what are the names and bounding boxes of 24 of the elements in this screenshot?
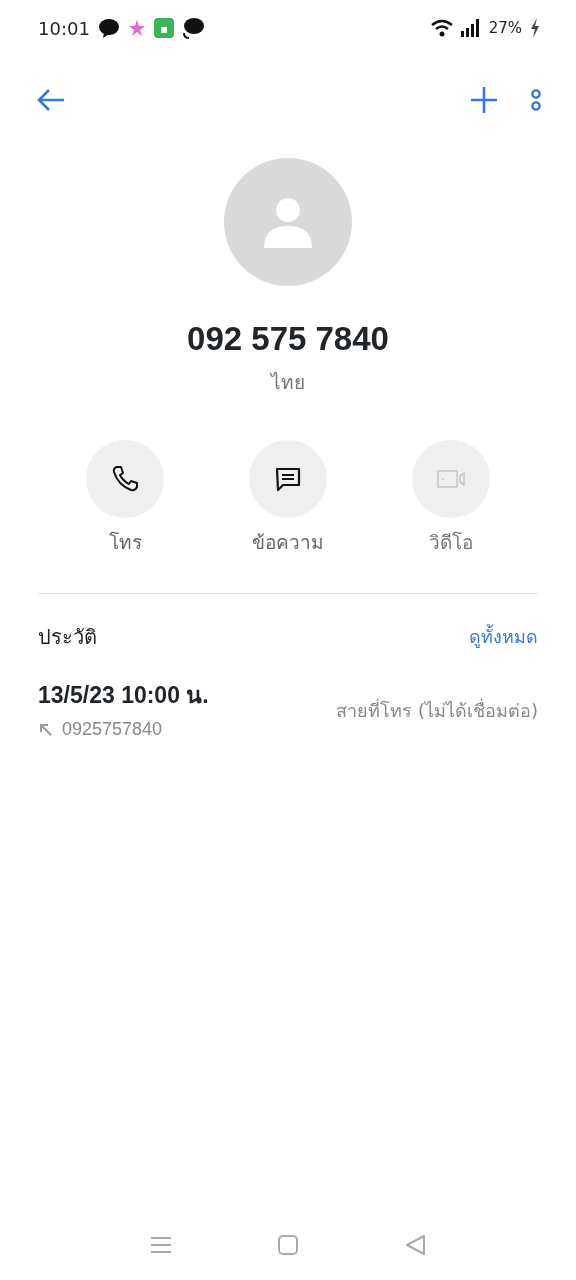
battery-level: 27% [488,17,522,39]
star-icon [127,19,146,37]
home-icon[interactable] [277,1234,299,1256]
plus-icon [470,86,498,114]
action-label: วิดีโอ [429,530,473,555]
chat-bubble-icon [97,18,120,38]
see-all-link[interactable]: ดูทั้งหมด [469,623,538,650]
back-arrow-icon [36,88,66,112]
call-status: สายที่โทร (ไม่ได้เชื่อมต่อ) [336,697,538,723]
call-number: 0925757840 [62,718,163,741]
call-datetime: 13/5/23 10:00 น. [38,680,209,710]
signal-icon [460,19,481,37]
status-time: 10:01 [38,16,90,41]
action-label: ข้อความ [252,530,324,555]
wifi-icon [430,19,453,37]
chat-bubble-icon [181,17,204,39]
menu-icon[interactable] [150,1236,172,1254]
more-icon [530,88,542,112]
back-icon[interactable] [404,1234,426,1256]
phone-number: 092 575 7840 [186,319,390,359]
action-label: โทร [108,530,142,555]
country-label: ไทย [269,369,306,395]
shopping-bag-icon [153,18,174,38]
section-title: ประวัติ [38,623,97,651]
